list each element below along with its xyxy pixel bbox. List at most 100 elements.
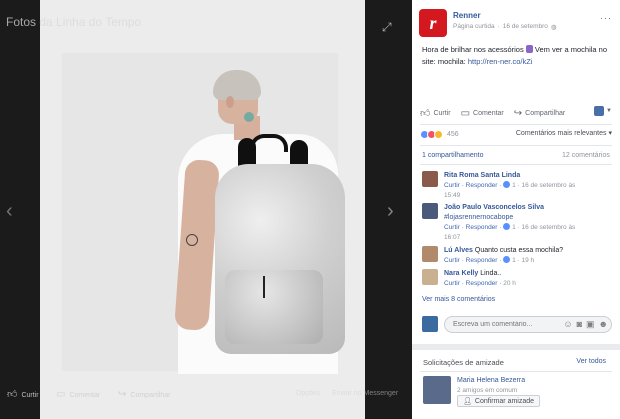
backpack-pocket <box>225 270 323 344</box>
comment-likes: 1 <box>512 182 516 189</box>
comment-icon: ▭ <box>56 389 66 400</box>
friend-requests-panel: Solicitações de amizade Ver todos Maria … <box>412 344 620 419</box>
haha-reaction-icon <box>434 129 443 139</box>
reactions-row[interactable]: 456 Comentários mais relevantes ▾ <box>420 128 612 140</box>
post-date[interactable]: 16 de setembro <box>503 23 548 31</box>
commenter-name[interactable]: Nara Kelly <box>444 270 478 277</box>
commenter-avatar[interactable] <box>422 171 438 187</box>
sticker-icon[interactable]: ☻ <box>599 319 608 330</box>
commenter-name[interactable]: João Paulo Vasconcelos Silva <box>444 204 544 211</box>
photo-viewer: Fotos da Linha do Tempo ⤢ ‹ › 👍︎ Curtir … <box>0 0 412 419</box>
comment-likes: 1 <box>512 224 516 231</box>
see-all-link[interactable]: Ver todos <box>576 358 606 365</box>
comment-time[interactable]: · 19 h <box>518 257 535 264</box>
globe-icon: ◍ <box>550 24 557 31</box>
reactions-count[interactable]: 456 <box>447 131 459 138</box>
commenter-name[interactable]: Rita Roma Santa Linda <box>444 172 520 179</box>
comment-icon: ▭ <box>460 107 471 119</box>
like-button[interactable]: 👍︎ Curtir <box>420 107 451 119</box>
view-more-comments-link[interactable]: Ver mais 8 comentários <box>422 296 495 303</box>
comment-meta: Curtir · Responder · 20 h <box>444 279 612 289</box>
mutual-friends[interactable]: 2 amigos em comum <box>457 387 517 394</box>
friend-avatar[interactable] <box>423 376 451 404</box>
shares-count[interactable]: 1 compartilhamento <box>422 152 483 159</box>
commenter-avatar[interactable] <box>422 203 438 219</box>
page-type: Página curtida <box>453 23 495 30</box>
comment-actions[interactable]: Curtir · Responder · <box>444 182 501 189</box>
comment-button[interactable]: ▭ Comentar <box>461 108 504 119</box>
comment-meta: Curtir · Responder · 1 · 19 h <box>444 256 612 266</box>
comment-time[interactable]: · 16 de setembro às <box>518 182 576 189</box>
ear-shape <box>226 96 234 108</box>
viewer-like-button[interactable]: 👍︎ Curtir <box>7 390 39 400</box>
viewer-options-link[interactable]: Opções <box>296 390 320 397</box>
neck-tattoo <box>244 112 254 122</box>
comment-likes: 1 <box>512 257 516 264</box>
like-reaction-icon <box>503 256 511 263</box>
confirm-friend-button[interactable]: 👤︎ Confirmar amizade <box>457 395 541 407</box>
comment-actions[interactable]: Curtir · Responder · <box>444 257 501 264</box>
comment-actions[interactable]: Curtir · Responder · <box>444 280 501 287</box>
divider <box>420 371 612 372</box>
my-avatar <box>422 316 438 332</box>
comment-time-cont: 16:07 <box>444 234 461 241</box>
comment-meta: Curtir · Responder · 1 · 16 de setembro … <box>444 223 612 243</box>
divider <box>420 164 612 165</box>
like-label: Curtir <box>433 109 451 117</box>
emoji-icon[interactable]: ☺ <box>563 319 572 330</box>
comment-sort-dropdown[interactable]: Comentários mais relevantes ▾ <box>516 129 612 137</box>
chevron-down-icon: ▼ <box>606 108 612 114</box>
share-button[interactable]: ↪ Compartilhar <box>514 108 565 119</box>
page-name[interactable]: Renner <box>453 11 481 20</box>
arm-tattoo <box>186 234 198 246</box>
purse-emoji-icon <box>525 45 533 53</box>
audience-selector[interactable]: ▼ <box>594 106 612 116</box>
post-text: Hora de brilhar nos acessórios Vem ver a… <box>422 44 612 68</box>
comment-text: Linda.. <box>480 270 502 277</box>
viewer-send-messenger-link[interactable]: Enviar no Messenger <box>332 390 398 397</box>
divider <box>420 124 612 125</box>
comment-body: Lú Alves Quanto custa essa mochila? Curt… <box>444 246 612 266</box>
commenter-avatar[interactable] <box>422 269 438 285</box>
thumbs-up-icon: 👍︎ <box>420 108 431 119</box>
thumbs-up-icon: 👍︎ <box>7 389 18 400</box>
comment-text: Quanto custa essa mochila? <box>474 247 564 254</box>
comment-sort-label: Comentários mais relevantes <box>515 130 607 137</box>
comment-hashtag[interactable]: #lojasrennernocabope <box>444 213 612 223</box>
share-icon: ↪ <box>513 107 523 119</box>
post-photo[interactable] <box>40 0 365 419</box>
friend-name[interactable]: Maria Helena Bezerra <box>457 377 525 384</box>
renner-logo[interactable]: r <box>419 9 447 37</box>
share-label: Compartilhar <box>525 109 566 117</box>
friend-requests-title: Solicitações de amizade <box>423 358 504 367</box>
comment-time-cont: 15:49 <box>444 192 461 199</box>
meta-separator: · <box>497 23 500 30</box>
post-meta: Página curtida · 16 de setembro ◍ <box>453 23 557 31</box>
like-reaction-icon <box>503 181 511 188</box>
comment-body: Nara Kelly Linda.. Curtir · Responder · … <box>444 269 612 289</box>
viewer-title[interactable]: Fotos da Linha do Tempo <box>6 15 141 29</box>
camera-icon[interactable]: ◙ <box>577 319 582 330</box>
comment-time[interactable]: · 16 de setembro às <box>518 224 576 231</box>
viewer-share-button[interactable]: ↪ Compartilhar <box>118 390 170 400</box>
viewer-footer: 👍︎ Curtir ▭ Comentar ↪ Compartilhar Opçõ… <box>0 389 412 419</box>
comment-body: Rita Roma Santa Linda Curtir · Responder… <box>444 171 612 201</box>
gif-icon[interactable]: ▣ <box>586 319 595 330</box>
post-text-line1: Hora de brilhar nos acessórios <box>422 45 524 54</box>
commenter-name[interactable]: Lú Alves <box>444 247 473 254</box>
previous-photo-icon[interactable]: ‹ <box>6 200 13 223</box>
confirm-label: Confirmar amizade <box>474 397 535 405</box>
comment-time[interactable]: 20 h <box>503 280 516 287</box>
comment-actions[interactable]: Curtir · Responder · <box>444 224 501 231</box>
commenter-avatar[interactable] <box>422 246 438 262</box>
divider <box>420 145 612 146</box>
expand-icon[interactable]: ⤢ <box>382 20 392 35</box>
post-link[interactable]: http://ren-ner.co/kZi <box>468 57 533 66</box>
profile-avatar <box>594 106 605 116</box>
comments-count[interactable]: 12 comentários <box>562 152 610 159</box>
post-options-icon[interactable]: ··· <box>600 13 612 23</box>
next-photo-icon[interactable]: › <box>387 200 394 223</box>
viewer-comment-button[interactable]: ▭ Comentar <box>56 390 100 400</box>
like-reaction-icon <box>503 223 511 230</box>
viewer-share-label: Compartilhar <box>130 391 171 399</box>
